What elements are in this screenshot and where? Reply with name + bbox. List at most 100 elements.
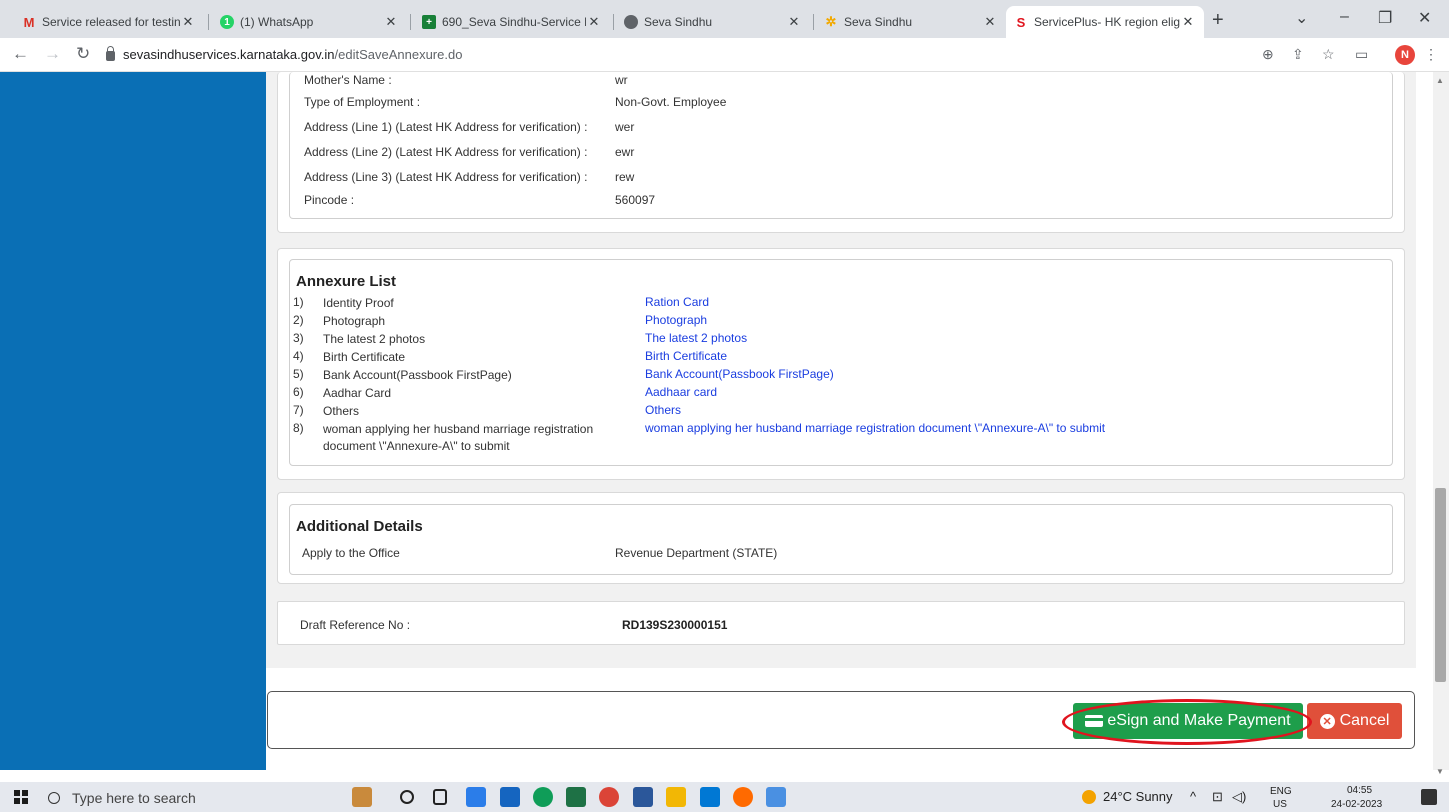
document-link[interactable]: Bank Account(Passbook FirstPage)	[645, 367, 834, 381]
additional-details-title: Additional Details	[296, 518, 423, 535]
cancel-button-label: Cancel	[1339, 712, 1390, 729]
draft-reference-panel	[277, 601, 1405, 645]
tab-title: Seva Sindhu	[644, 15, 713, 29]
mothers-name-value: wr	[615, 73, 628, 87]
chevron-up-icon[interactable]: ^	[1190, 789, 1196, 804]
employment-type-label: Type of Employment :	[304, 95, 421, 109]
cortana-icon[interactable]	[400, 790, 414, 804]
item-number: 7)	[293, 403, 304, 417]
browser-tab-strip: M Service released for testing - ✕ 1 (1)…	[0, 0, 1449, 38]
clock-date[interactable]: 24-02-2023	[1331, 799, 1382, 810]
reload-icon[interactable]: ↻	[76, 44, 90, 64]
avatar[interactable]: N	[1395, 45, 1415, 65]
notes-app-icon[interactable]	[766, 787, 786, 807]
back-arrow-icon[interactable]: ←	[12, 44, 29, 64]
scroll-down-arrow-icon[interactable]: ▼	[1436, 767, 1444, 776]
item-number: 2)	[293, 313, 304, 327]
document-name: Others	[323, 404, 360, 418]
serviceplus-icon: S	[1016, 14, 1026, 30]
list-item: 3) The latest 2 photos The latest 2 phot…	[293, 331, 1383, 348]
forward-arrow-icon[interactable]: →	[44, 44, 61, 64]
document-link[interactable]: Photograph	[645, 313, 707, 327]
tab-title: 690_Seva Sindhu-Service List	[442, 15, 586, 29]
tab-gmail[interactable]: M Service released for testing - ✕	[14, 6, 204, 38]
kebab-menu-icon[interactable]: ⋮	[1424, 46, 1438, 63]
word-icon[interactable]	[633, 787, 653, 807]
close-icon[interactable]: ✕	[586, 14, 602, 30]
language-indicator[interactable]: ENG	[1270, 786, 1292, 797]
tab-serviceplus[interactable]: S ServicePlus- HK region eligib ✕	[1006, 6, 1204, 38]
file-explorer-icon[interactable]	[666, 787, 686, 807]
item-number: 3)	[293, 331, 304, 345]
url-path: /editSaveAnnexure.do	[334, 46, 463, 62]
tab-seva-sindhu-2[interactable]: ✲ Seva Sindhu ✕	[816, 6, 1006, 38]
highlight-annotation	[1062, 699, 1312, 745]
taskbar-search[interactable]: Type here to search	[44, 786, 284, 810]
document-link[interactable]: Aadhaar card	[645, 385, 717, 399]
list-item: 5) Bank Account(Passbook FirstPage) Bank…	[293, 367, 1383, 384]
window-close-button[interactable]: ✕	[1418, 8, 1431, 28]
apply-office-value: Revenue Department (STATE)	[615, 546, 778, 560]
tab-whatsapp[interactable]: 1 (1) WhatsApp ✕	[212, 6, 407, 38]
task-view-icon[interactable]	[433, 789, 447, 805]
document-name: The latest 2 photos	[323, 332, 426, 346]
clock-time[interactable]: 04:55	[1347, 785, 1372, 796]
document-link[interactable]: Others	[645, 403, 681, 417]
temple-icon[interactable]	[352, 787, 372, 807]
scrollbar-thumb[interactable]	[1435, 488, 1446, 682]
chrome-icon[interactable]	[599, 787, 619, 807]
document-link[interactable]: The latest 2 photos	[645, 331, 747, 345]
address-line2-value: ewr	[615, 145, 635, 159]
network-icon[interactable]: ⊡	[1212, 789, 1223, 805]
notification-icon[interactable]	[1421, 789, 1437, 805]
mail-icon[interactable]	[500, 787, 520, 807]
document-name: woman applying her husband marriage regi…	[323, 422, 594, 453]
url-host: sevasindhuservices.karnataka.gov.in	[123, 46, 335, 62]
bookmark-star-icon[interactable]: ☆	[1322, 46, 1335, 63]
tab-seva-sindhu-1[interactable]: Seva Sindhu ✕	[616, 6, 810, 38]
address-line3-value: rew	[615, 170, 635, 184]
list-item: 7) Others Others	[293, 403, 1383, 420]
document-name: Aadhar Card	[323, 386, 392, 400]
cancel-button[interactable]: ✕ Cancel	[1307, 703, 1402, 739]
tab-sheets[interactable]: + 690_Seva Sindhu-Service List ✕	[414, 6, 610, 38]
close-icon[interactable]: ✕	[786, 14, 802, 30]
mothers-name-label: Mother's Name :	[304, 73, 392, 87]
windows-start-icon[interactable]	[14, 790, 28, 804]
browser-toolbar: ← → ↻ sevasindhuservices.karnataka.gov.i…	[0, 38, 1449, 72]
document-link[interactable]: woman applying her husband marriage regi…	[645, 421, 1105, 435]
zoom-icon[interactable]: ⊕	[1262, 46, 1274, 63]
close-icon[interactable]: ✕	[1180, 14, 1196, 30]
restore-button[interactable]: ❐	[1378, 8, 1392, 28]
share-icon[interactable]: ⇪	[1292, 46, 1304, 63]
minimize-button[interactable]: –	[1340, 8, 1349, 26]
weather-sun-icon	[1082, 790, 1096, 804]
list-item: 6) Aadhar Card Aadhaar card	[293, 385, 1383, 402]
edge-icon[interactable]	[533, 787, 553, 807]
draft-reference-value: RD139S230000151	[622, 618, 728, 632]
new-tab-button[interactable]: +	[1212, 9, 1224, 32]
network-app-icon[interactable]	[700, 787, 720, 807]
side-panel-icon[interactable]: ▭	[1355, 46, 1368, 63]
address-line1-value: wer	[615, 120, 635, 134]
close-icon[interactable]: ✕	[982, 14, 998, 30]
document-link[interactable]: Birth Certificate	[645, 349, 727, 363]
tab-title: Service released for testing -	[42, 15, 180, 29]
volume-icon[interactable]: ◁)	[1232, 789, 1246, 805]
pincode-value: 560097	[615, 193, 656, 207]
close-icon[interactable]: ✕	[383, 14, 399, 30]
close-circle-icon: ✕	[1319, 713, 1335, 729]
scroll-up-arrow-icon[interactable]: ▲	[1436, 76, 1444, 85]
annexure-title: Annexure List	[296, 273, 397, 290]
chevron-down-icon[interactable]: ⌄	[1295, 8, 1308, 28]
address-bar[interactable]: sevasindhuservices.karnataka.gov.in /edi…	[106, 41, 1256, 67]
close-icon[interactable]: ✕	[180, 14, 196, 30]
store-icon[interactable]	[466, 787, 486, 807]
item-number: 1)	[293, 295, 304, 309]
region-indicator: US	[1273, 799, 1287, 810]
document-link[interactable]: Ration Card	[645, 295, 709, 309]
weather-text[interactable]: 24°C Sunny	[1103, 789, 1173, 804]
tab-title: ServicePlus- HK region eligib	[1034, 15, 1180, 29]
paint-icon[interactable]	[733, 787, 753, 807]
excel-icon[interactable]	[566, 787, 586, 807]
